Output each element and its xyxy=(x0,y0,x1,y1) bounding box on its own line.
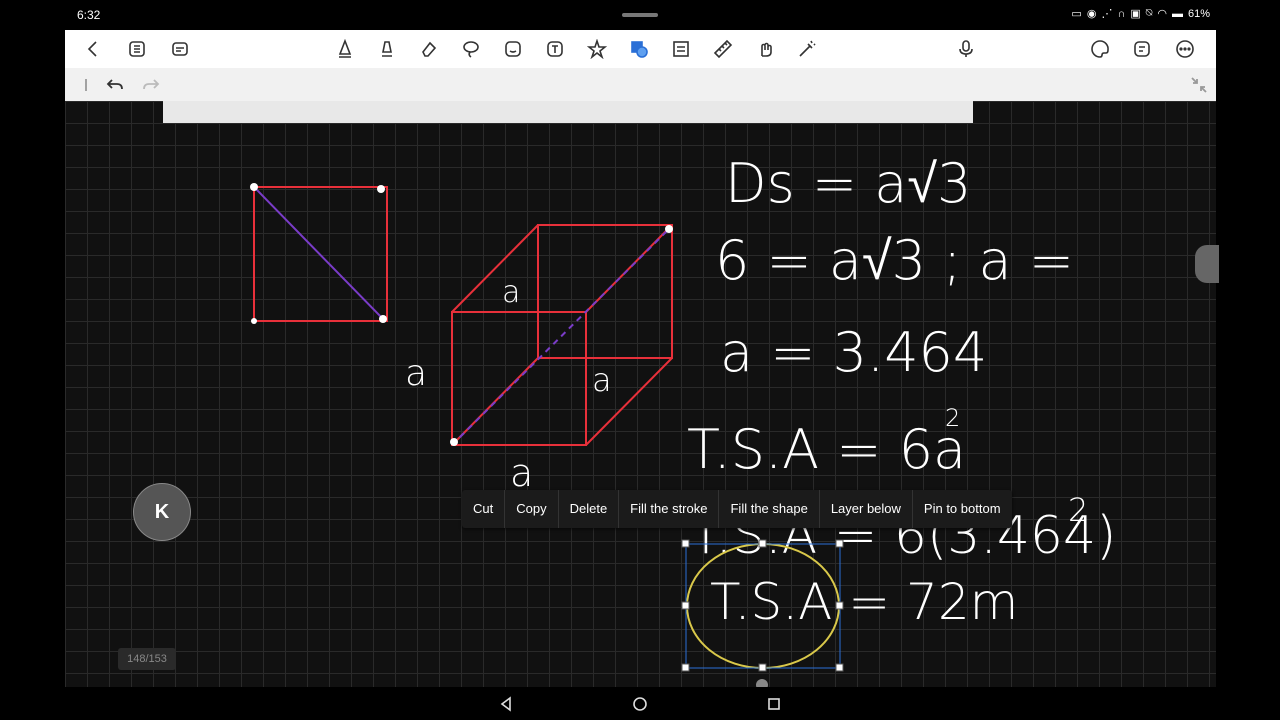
sticker-icon[interactable] xyxy=(501,37,525,61)
copy-button[interactable]: Copy xyxy=(505,490,559,528)
cube-label-a: a xyxy=(405,353,427,394)
back-icon[interactable] xyxy=(81,37,105,61)
floating-k-button[interactable]: K xyxy=(133,483,191,541)
notification-icon: ▭ xyxy=(1071,8,1082,20)
table-icon[interactable] xyxy=(669,37,693,61)
undo-icon[interactable] xyxy=(104,74,126,96)
edit-icon[interactable] xyxy=(1130,37,1154,61)
drag-handle[interactable] xyxy=(622,13,658,17)
shapes-icon[interactable] xyxy=(627,37,651,61)
cube-label-a: a xyxy=(502,275,520,310)
highlighter-icon[interactable] xyxy=(375,37,399,61)
eye-icon: ◉ xyxy=(1086,8,1097,20)
eraser-icon[interactable] xyxy=(417,37,441,61)
side-drawer-tab[interactable] xyxy=(1195,245,1219,283)
pin-to-bottom-button[interactable]: Pin to bottom xyxy=(913,490,1012,528)
signal-icon: ⋰ xyxy=(1101,8,1113,20)
grid-icon[interactable] xyxy=(125,37,149,61)
square-shape[interactable] xyxy=(250,183,388,324)
status-bar: 6:32 ▭ ◉ ⋰ ∩ ▣ ⍉ ◠ ▬ 61% xyxy=(0,0,1280,30)
wifi-icon: ◠ xyxy=(1157,8,1167,20)
equation-tsa-formula: T.S.A = 6a xyxy=(687,418,966,481)
equation-a-value: a = 3.464 xyxy=(720,321,987,384)
main-toolbar xyxy=(65,30,1216,68)
equation-tsa-result: T.S.A = 72m xyxy=(710,573,1018,631)
equation-diagonal: Ds = a√3 xyxy=(725,152,971,215)
more-icon[interactable] xyxy=(1173,37,1197,61)
equation-exponent: 2 xyxy=(1068,491,1088,529)
collapse-icon[interactable] xyxy=(1188,74,1210,96)
redo-icon[interactable] xyxy=(140,74,162,96)
hand-icon[interactable] xyxy=(753,37,777,61)
undo-redo-bar xyxy=(65,68,1216,101)
equation-exponent: 2 xyxy=(945,404,960,432)
headset-icon: ∩ xyxy=(1117,7,1126,20)
drawing-layer[interactable]: a a a a Ds = a√3 6 = a√3 ; a = a = 3.464… xyxy=(65,101,1216,687)
nav-home-icon[interactable] xyxy=(630,694,650,714)
note-canvas[interactable]: a a a a Ds = a√3 6 = a√3 ; a = a = 3.464… xyxy=(65,101,1216,687)
mute-icon: ⍉ xyxy=(1145,7,1153,19)
nav-recents-icon[interactable] xyxy=(764,694,784,714)
menu-icon[interactable] xyxy=(168,37,192,61)
lasso-icon[interactable] xyxy=(459,37,483,61)
system-nav-bar xyxy=(0,688,1280,720)
mic-icon[interactable] xyxy=(954,37,978,61)
status-icons: ▭ ◉ ⋰ ∩ ▣ ⍉ ◠ ▬ 61% xyxy=(1071,7,1210,20)
battery-icon: ▬ xyxy=(1171,7,1183,20)
shape-context-menu: Cut Copy Delete Fill the stroke Fill the… xyxy=(462,490,1012,528)
equation-solve-a: 6 = a√3 ; a = xyxy=(715,229,1074,292)
status-time: 6:32 xyxy=(77,8,101,22)
battery-percent: 61% xyxy=(1187,7,1210,20)
laser-icon[interactable] xyxy=(795,37,819,61)
page-counter[interactable]: 148/153 xyxy=(118,648,176,670)
pen-icon[interactable] xyxy=(333,37,357,61)
cut-button[interactable]: Cut xyxy=(462,490,506,528)
cube-shape[interactable] xyxy=(450,224,673,446)
ruler-icon[interactable] xyxy=(711,37,735,61)
delete-button[interactable]: Delete xyxy=(559,490,620,528)
palette-icon[interactable] xyxy=(1088,37,1112,61)
layer-below-button[interactable]: Layer below xyxy=(820,490,913,528)
cube-label-a: a xyxy=(592,361,612,399)
star-icon[interactable] xyxy=(585,37,609,61)
text-icon[interactable] xyxy=(543,37,567,61)
fill-stroke-button[interactable]: Fill the stroke xyxy=(619,490,720,528)
divider-icon xyxy=(75,74,97,96)
nav-back-icon[interactable] xyxy=(496,694,516,714)
fill-shape-button[interactable]: Fill the shape xyxy=(719,490,820,528)
cube-label-a: a xyxy=(510,451,533,495)
lock-icon: ▣ xyxy=(1130,8,1141,20)
